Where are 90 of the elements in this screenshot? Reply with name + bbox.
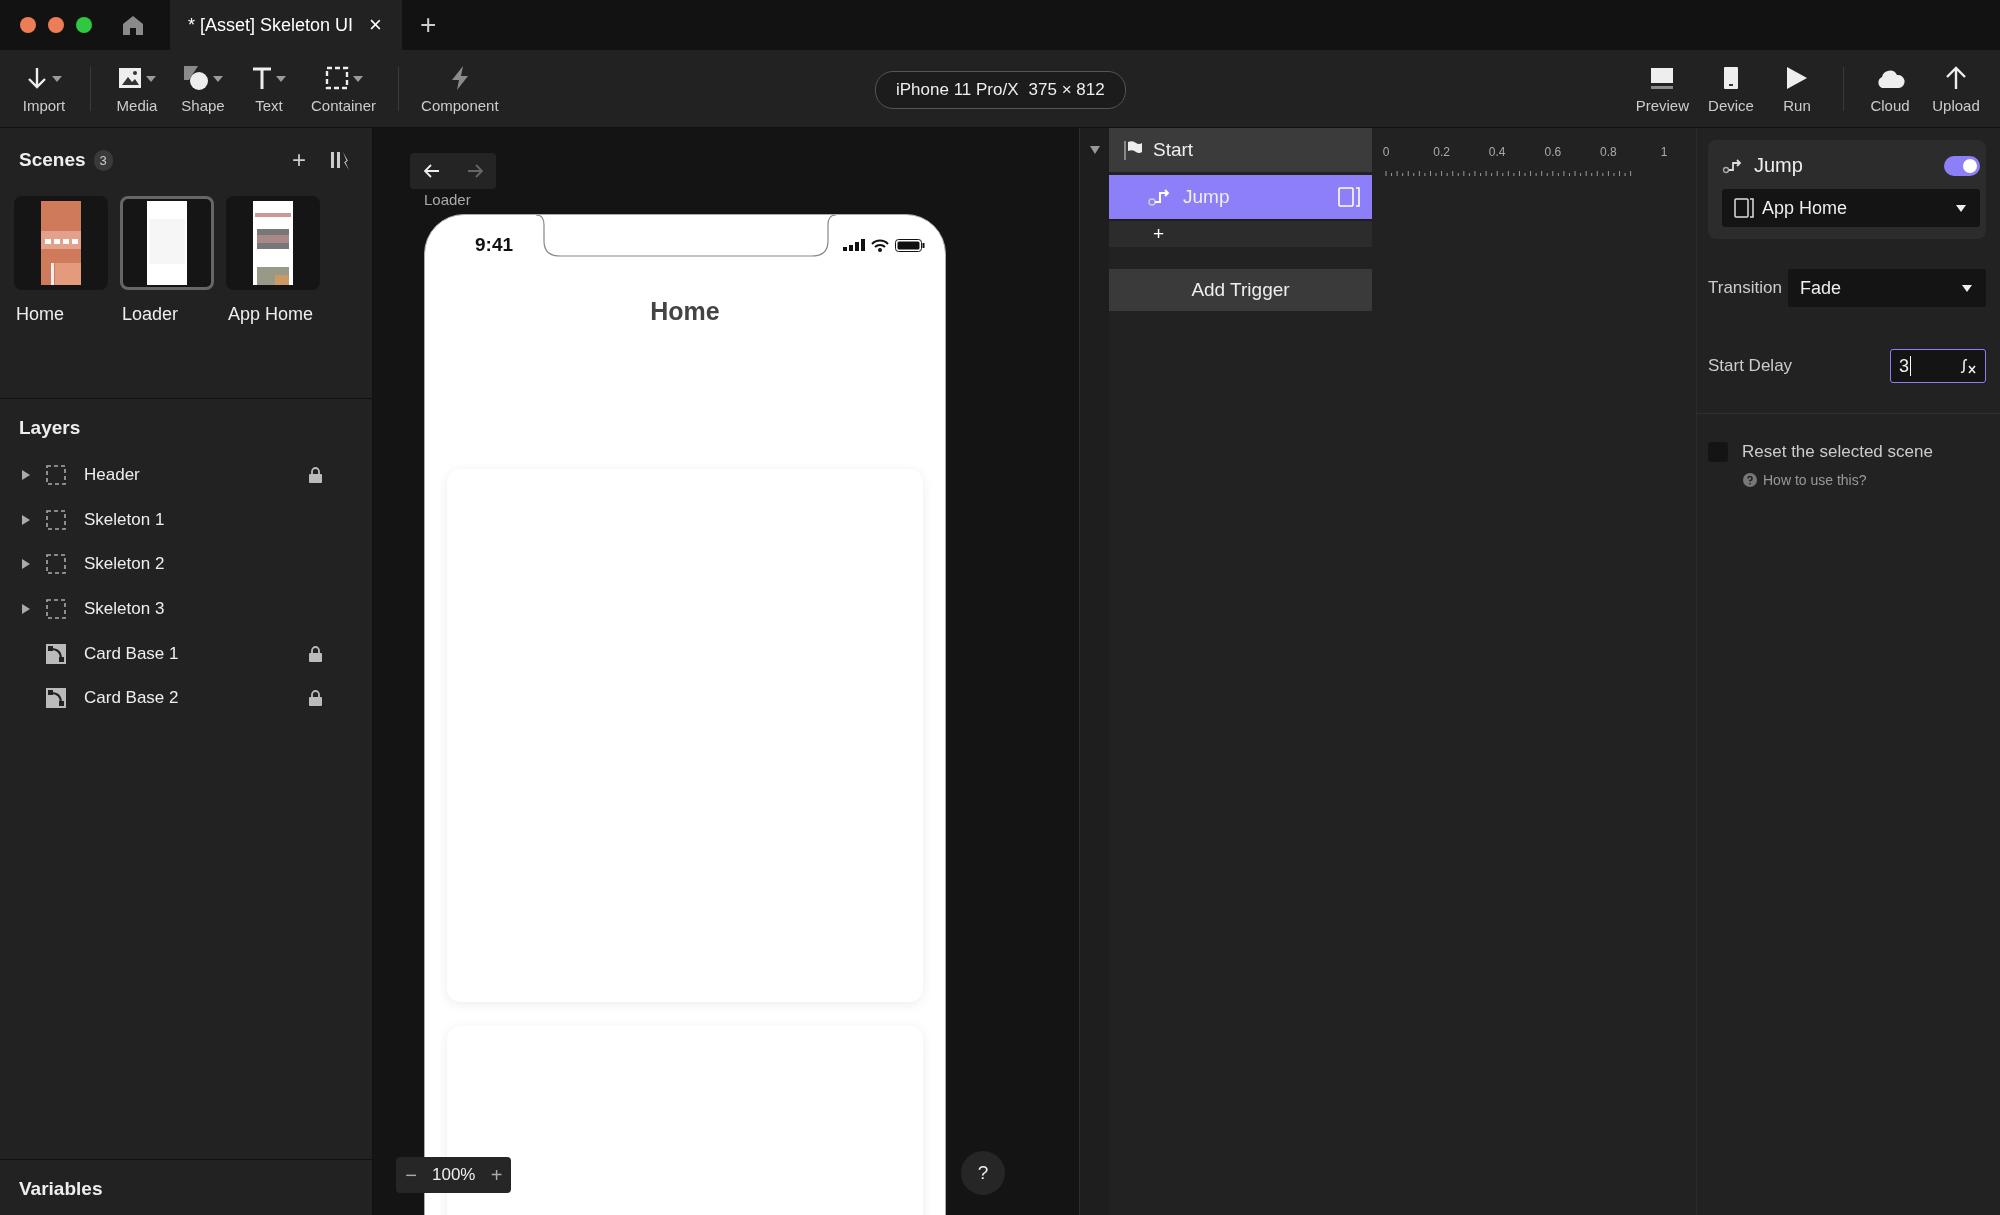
start-delay-field[interactable]: 3 [1890, 349, 1986, 383]
toolbar-button[interactable]: Text [239, 63, 299, 114]
target-scene-dropdown[interactable]: App Home [1722, 189, 1980, 227]
layer-item[interactable]: Skeleton 3 [0, 586, 372, 632]
panel-title: Layers [18, 416, 82, 440]
close-tab-button[interactable]: × [369, 12, 382, 38]
caret-icon [1956, 204, 1966, 212]
flag-icon [1123, 140, 1143, 160]
checkbox-label: Reset the selected scene [1742, 442, 1933, 462]
function-icon[interactable] [1959, 358, 1977, 374]
shape-layer-icon [46, 643, 66, 664]
close-window-button[interactable] [20, 17, 36, 33]
add-action-button[interactable]: + [1153, 223, 1165, 245]
toolbar-button[interactable]: Cloud [1860, 63, 1920, 114]
field-label: Transition [1708, 278, 1782, 298]
device-selector[interactable]: iPhone 11 Pro/X 375 × 812 [875, 71, 1126, 109]
lightning-icon [449, 64, 470, 91]
panel-title: Scenes [19, 149, 86, 171]
minimize-window-button[interactable] [48, 17, 64, 33]
text-icon [252, 65, 272, 90]
phone-icon [1723, 65, 1739, 90]
zoom-level[interactable]: 100% [426, 1165, 482, 1185]
action-title: Jump [1754, 154, 1803, 177]
scene-item[interactable]: Loader [120, 196, 214, 325]
shape-layer-icon [46, 688, 66, 709]
scene-icon [1338, 187, 1360, 207]
signal-icon [843, 239, 865, 251]
toolbar-button[interactable]: Import [14, 63, 74, 114]
scene-item[interactable]: Home [14, 196, 108, 325]
zoom-window-button[interactable] [76, 17, 92, 33]
lock-icon[interactable] [309, 690, 322, 707]
layer-item[interactable]: Skeleton 1 [0, 497, 372, 543]
toolbar-button[interactable]: Shape [173, 63, 233, 114]
expand-arrow-icon[interactable] [22, 559, 30, 570]
image-icon [118, 66, 142, 89]
collapse-arrow-icon[interactable] [1089, 146, 1100, 154]
expand-arrow-icon[interactable] [22, 604, 30, 615]
trigger-row[interactable]: Start [1109, 128, 1372, 172]
panel-title: Variables [19, 1178, 103, 1199]
layer-item[interactable]: Skeleton 2 [0, 542, 372, 587]
count-badge: 3 [93, 149, 113, 171]
layer-item[interactable]: Header [0, 453, 372, 498]
scene-item[interactable]: App Home [226, 196, 320, 325]
layer-item[interactable]: Card Base 1 [0, 631, 372, 676]
zoom-in-button[interactable]: + [481, 1162, 512, 1188]
container-icon [46, 509, 66, 530]
caret-icon [1962, 284, 1972, 292]
upload-arrow-icon [1944, 65, 1968, 90]
transition-dropdown[interactable]: Fade [1788, 269, 1986, 307]
enable-toggle[interactable] [1944, 155, 1980, 176]
expand-arrow-icon[interactable] [22, 470, 30, 481]
help-link[interactable]: How to use this? [1743, 472, 1867, 488]
forward-arrow-icon [466, 164, 483, 178]
help-icon [1743, 473, 1757, 487]
zoom-out-button[interactable]: − [396, 1162, 426, 1188]
time-ruler: 0 0.2 0.4 0.6 0.8 1 [1372, 136, 1692, 180]
import-arrow-icon [26, 65, 48, 90]
back-arrow-icon [423, 164, 440, 178]
play-icon [1786, 65, 1808, 90]
toolbar-button[interactable]: Device [1701, 63, 1761, 114]
laptop-icon [1650, 65, 1675, 90]
help-button[interactable]: ? [961, 1151, 1005, 1195]
layer-item[interactable]: Card Base 2 [0, 675, 372, 721]
expand-arrow-icon[interactable] [22, 514, 30, 525]
scene-label: Loader [424, 191, 472, 208]
toolbar-button[interactable]: Preview [1629, 63, 1695, 114]
add-scene-button[interactable]: + [292, 146, 306, 174]
container-icon [324, 65, 349, 90]
toolbar-button[interactable]: Upload [1926, 63, 1986, 114]
wifi-icon [871, 238, 889, 252]
container-icon [46, 465, 66, 486]
scene-icon [1734, 198, 1754, 218]
toolbar-button[interactable]: Run [1767, 63, 1827, 114]
jump-icon [1722, 157, 1744, 174]
container-icon [46, 554, 66, 575]
battery-icon [895, 238, 925, 252]
toolbar-button[interactable]: Media [107, 63, 167, 114]
status-time: 9:41 [475, 234, 514, 256]
new-tab-button[interactable]: + [419, 9, 437, 41]
shapes-icon [183, 64, 209, 91]
field-label: Start Delay [1708, 356, 1793, 376]
lock-icon[interactable] [309, 645, 322, 662]
document-tab[interactable]: * [Asset] Skeleton UI × [170, 0, 402, 50]
add-trigger-button[interactable]: Add Trigger [1109, 269, 1372, 311]
screen-title: Home [649, 297, 721, 326]
home-icon[interactable] [122, 15, 144, 35]
lock-icon[interactable] [309, 467, 322, 484]
toolbar-button[interactable]: Component [415, 63, 505, 114]
container-icon [46, 599, 66, 620]
toolbar-button[interactable]: Container [305, 63, 383, 114]
